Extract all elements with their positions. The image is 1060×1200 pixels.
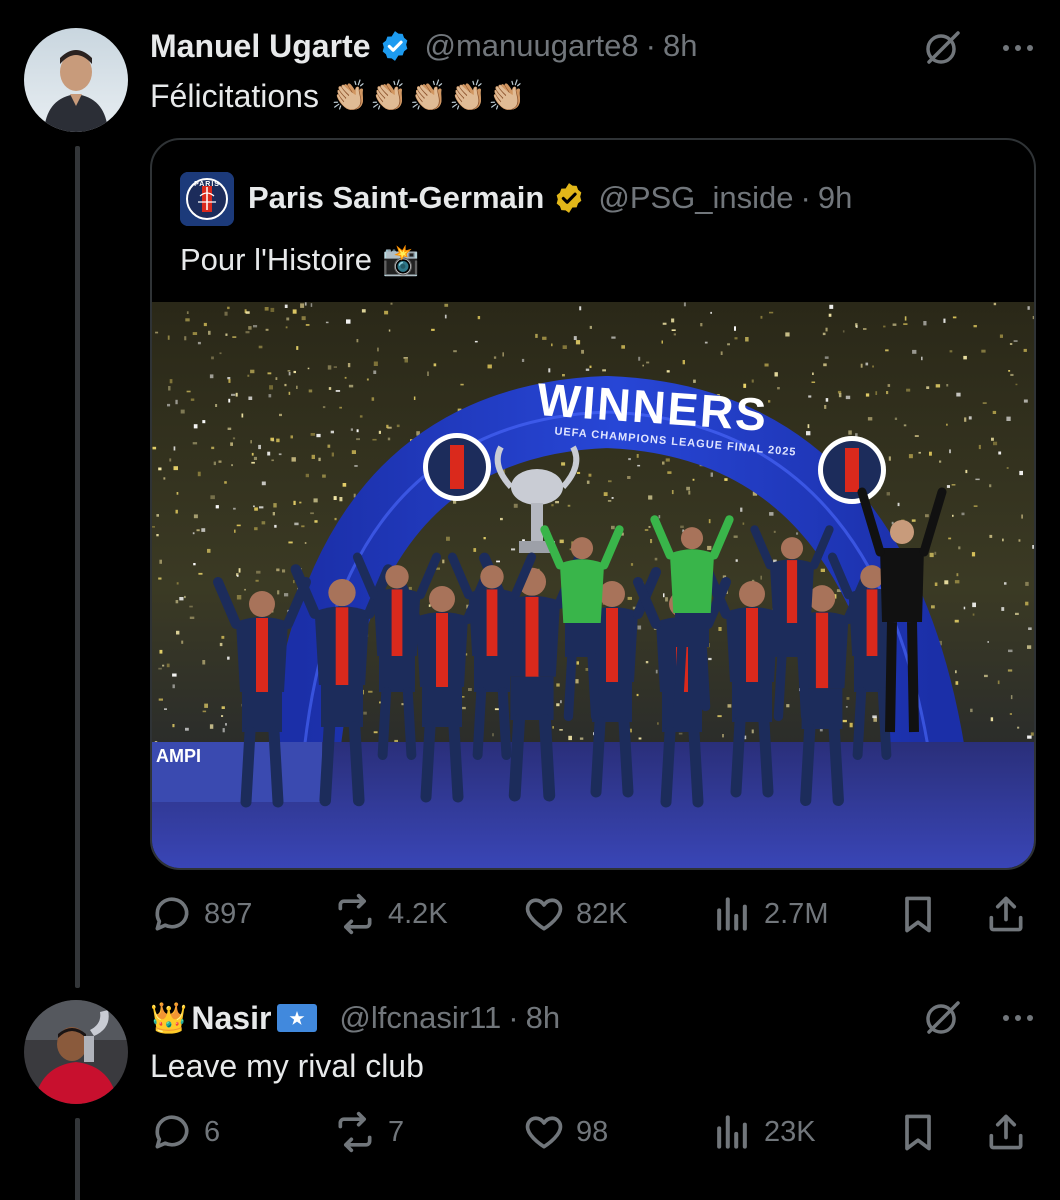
author-handle[interactable]: @manuugarte8 [424,28,638,64]
repost-count: 4.2K [388,897,448,930]
gold-verified-badge-icon [552,181,586,215]
quoted-handle[interactable]: @PSG_inside [598,180,793,216]
heart-icon [525,898,563,931]
tweet-time[interactable]: 8h [663,28,697,64]
heart-icon [525,1116,563,1149]
reply-repost-count: 7 [388,1115,405,1148]
reply-icon [155,1115,189,1149]
quoted-text-body: Pour l'Histoire [180,242,372,277]
reply-avatar[interactable] [24,1000,128,1104]
views-count: 2.7M [764,897,829,930]
reply-text: Leave my rival club [150,1044,424,1088]
reply-like-count: 98 [576,1115,609,1148]
like-button[interactable]: 82K [522,884,628,944]
reply-separator-dot: · [508,1000,519,1035]
bookmark-icon [905,1114,931,1151]
repost-icon [338,893,372,935]
reply-grok-icon[interactable] [920,996,964,1040]
bookmark-button[interactable] [896,884,940,944]
somalia-flag-icon [277,1004,318,1032]
share-icon [989,896,1023,932]
crown-emoji: 👑 [150,1001,188,1035]
reply-author-name[interactable]: Nasir [191,1000,271,1037]
quoted-header: Paris Saint-Germain @PSG_inside · 9h [248,176,852,220]
svg-text:AMPI: AMPI [156,746,201,766]
reply-share-button[interactable] [984,1102,1028,1162]
quoted-time[interactable]: 9h [818,180,852,216]
celebration-photo[interactable]: AMPI WINNERS UEFA CHAMPIONS LEAGUE FINAL… [152,302,1034,868]
reply-text-body: Leave my rival club [150,1047,424,1084]
quoted-text: Pour l'Histoire 📸 [180,238,419,282]
psg-logo-text: PARIS [194,181,220,188]
reply-repost-button[interactable]: 7 [332,1102,404,1162]
thread-line [75,146,80,988]
camera-flash-emoji: 📸 [381,243,420,277]
like-count: 82K [576,897,628,930]
avatar[interactable] [24,28,128,132]
repost-button[interactable]: 4.2K [332,884,448,944]
reply-button[interactable]: 897 [150,884,252,944]
quoted-separator-dot: · [800,180,811,215]
share-button[interactable] [984,884,1028,944]
grok-icon[interactable] [920,26,964,70]
reply-header: 👑 Nasir 🇸🇴 @lfcnasir11 · 8h [150,996,560,1040]
thread-line-lower [75,1118,80,1200]
author-name[interactable]: Manuel Ugarte [150,28,370,65]
tweet-header: Manuel Ugarte @manuugarte8 · 8h [150,24,697,68]
tweet-text: Félicitations 👏🏼👏🏼👏🏼👏🏼👏🏼 [150,74,528,118]
reply-more-options-icon[interactable] [996,996,1040,1040]
share-icon [989,1114,1023,1150]
reply-views-button[interactable]: 23K [710,1102,816,1162]
tweet-actions: 897 4.2K 82K 2.7M [150,884,1040,944]
more-options-icon[interactable] [996,26,1040,70]
psg-logo[interactable]: PARIS [180,172,234,226]
views-chart-icon [717,897,747,931]
reply-like-button[interactable]: 98 [522,1102,608,1162]
reply-time[interactable]: 8h [526,1000,560,1036]
reply-icon [155,897,189,931]
separator-dot: · [645,28,656,63]
clapping-emoji: 👏🏼👏🏼👏🏼👏🏼👏🏼 [330,79,528,113]
bookmark-icon [905,896,931,933]
reply-actions: 6 7 98 23K [150,1102,1040,1162]
reply-reply-count: 6 [204,1115,221,1148]
quoted-tweet[interactable]: PARIS Paris Saint-Germain @PSG_inside · … [150,138,1036,870]
tweet-text-body: Félicitations [150,77,319,114]
quoted-author-name[interactable]: Paris Saint-Germain [248,180,544,216]
reply-count: 897 [204,897,253,930]
reply-bookmark-button[interactable] [896,1102,940,1162]
reply-views-count: 23K [764,1115,816,1148]
reply-handle[interactable]: @lfcnasir11 [339,1000,501,1036]
repost-icon [338,1111,372,1153]
views-button[interactable]: 2.7M [710,884,828,944]
reply-reply-button[interactable]: 6 [150,1102,220,1162]
views-chart-icon [717,1115,747,1149]
verified-badge-icon [378,29,412,63]
